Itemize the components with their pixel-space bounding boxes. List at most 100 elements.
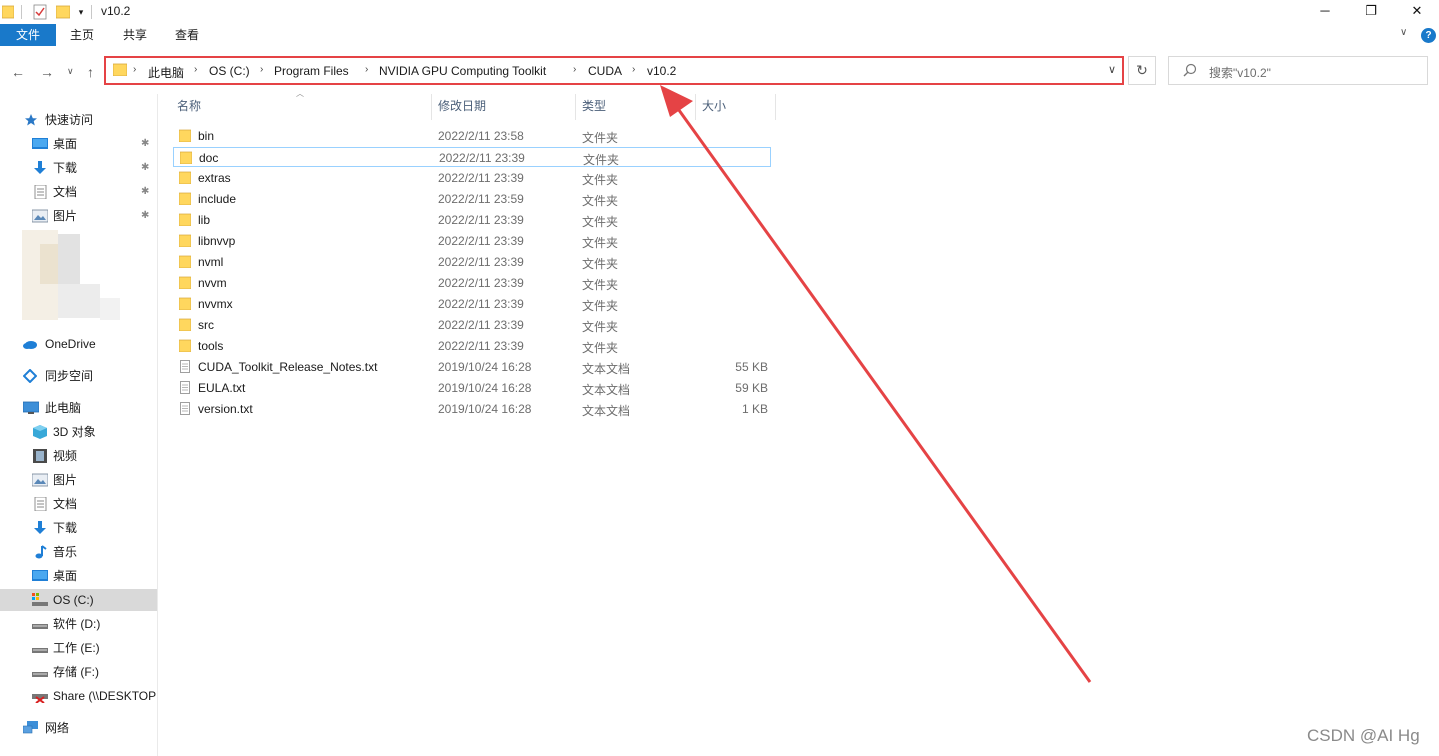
sidebar-item-documents-pc[interactable]: 文档 xyxy=(0,493,157,515)
sidebar-item-storage-f[interactable]: 存储 (F:) xyxy=(0,661,157,683)
sidebar-item-desktop[interactable]: 桌面 ✱ xyxy=(0,133,157,155)
pin-icon[interactable]: ✱ xyxy=(141,181,149,203)
breadcrumb-this-pc[interactable]: 此电脑 xyxy=(148,64,184,81)
column-header-date[interactable]: 修改日期 xyxy=(438,94,574,120)
file-type: 文本文档 xyxy=(582,362,631,376)
close-button[interactable]: ✕ xyxy=(1394,0,1439,24)
tab-view[interactable]: 查看 xyxy=(163,24,211,46)
breadcrumb-cuda[interactable]: CUDA xyxy=(588,64,622,78)
tab-share[interactable]: 共享 xyxy=(111,24,159,46)
help-icon[interactable]: ? xyxy=(1421,28,1436,43)
file-name: version.txt xyxy=(198,402,253,416)
file-type: 文件夹 xyxy=(582,173,619,187)
breadcrumb-separator[interactable]: › xyxy=(632,64,635,75)
text-file-icon xyxy=(180,360,190,373)
file-row[interactable]: CUDA_Toolkit_Release_Notes.txt 2019/10/24… xyxy=(173,357,771,377)
pin-icon[interactable]: ✱ xyxy=(141,157,149,179)
search-input[interactable]: 搜索"v10.2" xyxy=(1209,64,1271,81)
folder-row[interactable]: libnvvp 2022/2/11 23:39 文件夹 xyxy=(173,231,771,251)
folder-row[interactable]: doc 2022/2/11 23:39 文件夹 xyxy=(173,147,771,167)
sidebar-item-desktop-pc[interactable]: 桌面 xyxy=(0,565,157,587)
sidebar-item-pictures[interactable]: 图片 ✱ xyxy=(0,205,157,227)
sidebar-item-os-c[interactable]: OS (C:) xyxy=(0,589,157,611)
back-button[interactable]: ← xyxy=(11,64,25,80)
customize-toolbar-icon[interactable]: ▾ xyxy=(75,3,87,21)
up-button[interactable]: ↑ xyxy=(87,64,94,80)
sidebar-item-onedrive[interactable]: OneDrive xyxy=(0,333,157,355)
file-modified-date: 2022/2/11 23:39 xyxy=(438,255,524,269)
drive-icon xyxy=(32,624,48,629)
pin-icon[interactable]: ✱ xyxy=(141,205,149,227)
breadcrumb-separator[interactable]: › xyxy=(573,64,576,75)
sidebar-item-downloads[interactable]: 下载 ✱ xyxy=(0,157,157,179)
sidebar-item-share[interactable]: Share (\\DESKTOP xyxy=(0,685,157,707)
breadcrumb-os-c[interactable]: OS (C:) xyxy=(209,64,250,78)
sidebar-item-videos[interactable]: 视频 xyxy=(0,445,157,467)
file-type: 文件夹 xyxy=(582,320,619,334)
breadcrumb-nvidia-toolkit[interactable]: NVIDIA GPU Computing Toolkit xyxy=(379,64,546,78)
search-box[interactable]: 搜索"v10.2" xyxy=(1168,56,1428,85)
folder-row[interactable]: extras 2022/2/11 23:39 文件夹 xyxy=(173,168,771,188)
file-name: CUDA_Toolkit_Release_Notes.txt xyxy=(198,360,378,374)
folder-row[interactable]: src 2022/2/11 23:39 文件夹 xyxy=(173,315,771,335)
sidebar-item-documents[interactable]: 文档 ✱ xyxy=(0,181,157,203)
column-divider[interactable] xyxy=(575,94,576,120)
folder-row[interactable]: lib 2022/2/11 23:39 文件夹 xyxy=(173,210,771,230)
sidebar-item-label: 文档 xyxy=(53,185,78,199)
breadcrumb-separator[interactable]: › xyxy=(194,64,197,75)
file-row[interactable]: version.txt 2019/10/24 16:28 文本文档 1 KB xyxy=(173,399,771,419)
breadcrumb-separator[interactable]: › xyxy=(260,64,263,75)
address-dropdown-icon[interactable]: ∨ xyxy=(1108,63,1116,76)
breadcrumb-program-files[interactable]: Program Files xyxy=(274,64,349,78)
tab-home[interactable]: 主页 xyxy=(58,24,106,46)
breadcrumb-separator[interactable]: › xyxy=(365,64,368,75)
sidebar-item-music[interactable]: 音乐 xyxy=(0,541,157,563)
recent-locations-button[interactable]: ∨ xyxy=(67,66,74,77)
file-row[interactable]: EULA.txt 2019/10/24 16:28 文本文档 59 KB xyxy=(173,378,771,398)
network-drive-icon xyxy=(32,694,48,703)
sidebar-item-quick-access[interactable]: 快速访问 xyxy=(0,109,157,131)
expand-ribbon-icon[interactable]: ∨ xyxy=(1400,27,1407,38)
onedrive-icon xyxy=(23,341,37,349)
folder-row[interactable]: include 2022/2/11 23:59 文件夹 xyxy=(173,189,771,209)
sidebar-item-work-e[interactable]: 工作 (E:) xyxy=(0,637,157,659)
folder-icon xyxy=(179,339,191,352)
address-bar[interactable]: › 此电脑 › OS (C:) › Program Files › NVIDIA… xyxy=(104,56,1124,85)
toolbar-divider xyxy=(91,5,92,19)
sidebar-item-sync-space[interactable]: 同步空间 xyxy=(0,365,157,387)
file-modified-date: 2019/10/24 16:28 xyxy=(438,381,532,395)
text-file-icon xyxy=(180,402,190,415)
search-icon xyxy=(1183,63,1197,77)
tab-file[interactable]: 文件 xyxy=(0,24,56,46)
sidebar-item-3d-objects[interactable]: 3D 对象 xyxy=(0,421,157,443)
folder-row[interactable]: nvvm 2022/2/11 23:39 文件夹 xyxy=(173,273,771,293)
file-type: 文件夹 xyxy=(582,215,619,229)
sidebar-item-label: 图片 xyxy=(53,473,78,487)
new-folder-icon[interactable] xyxy=(56,3,70,21)
sidebar-item-pictures-pc[interactable]: 图片 xyxy=(0,469,157,491)
column-header-type[interactable]: 类型 xyxy=(582,94,694,120)
column-header-size[interactable]: 大小 xyxy=(702,94,774,120)
file-modified-date: 2022/2/11 23:39 xyxy=(438,171,524,185)
refresh-button[interactable]: ↻ xyxy=(1128,56,1156,85)
column-divider[interactable] xyxy=(431,94,432,120)
folder-row[interactable]: tools 2022/2/11 23:39 文件夹 xyxy=(173,336,771,356)
sidebar-item-this-pc[interactable]: 此电脑 xyxy=(0,397,157,419)
folder-row[interactable]: nvml 2022/2/11 23:39 文件夹 xyxy=(173,252,771,272)
minimize-button[interactable]: ─ xyxy=(1302,0,1348,24)
folder-row[interactable]: nvvmx 2022/2/11 23:39 文件夹 xyxy=(173,294,771,314)
sidebar-item-software-d[interactable]: 软件 (D:) xyxy=(0,613,157,635)
folder-icon xyxy=(2,5,14,19)
folder-row[interactable]: bin 2022/2/11 23:58 文件夹 xyxy=(173,126,771,146)
sidebar-item-downloads-pc[interactable]: 下载 xyxy=(0,517,157,539)
column-divider[interactable] xyxy=(775,94,776,120)
maximize-button[interactable]: ❐ xyxy=(1348,0,1394,24)
forward-button[interactable]: → xyxy=(40,64,54,80)
sidebar-item-network[interactable]: 网络 xyxy=(0,717,157,739)
pin-icon[interactable]: ✱ xyxy=(141,133,149,155)
breadcrumb-separator[interactable]: › xyxy=(133,64,136,75)
breadcrumb-v10-2[interactable]: v10.2 xyxy=(647,64,676,78)
properties-icon[interactable] xyxy=(33,3,47,21)
column-divider[interactable] xyxy=(695,94,696,120)
column-header-name[interactable]: 名称 xyxy=(177,94,430,120)
